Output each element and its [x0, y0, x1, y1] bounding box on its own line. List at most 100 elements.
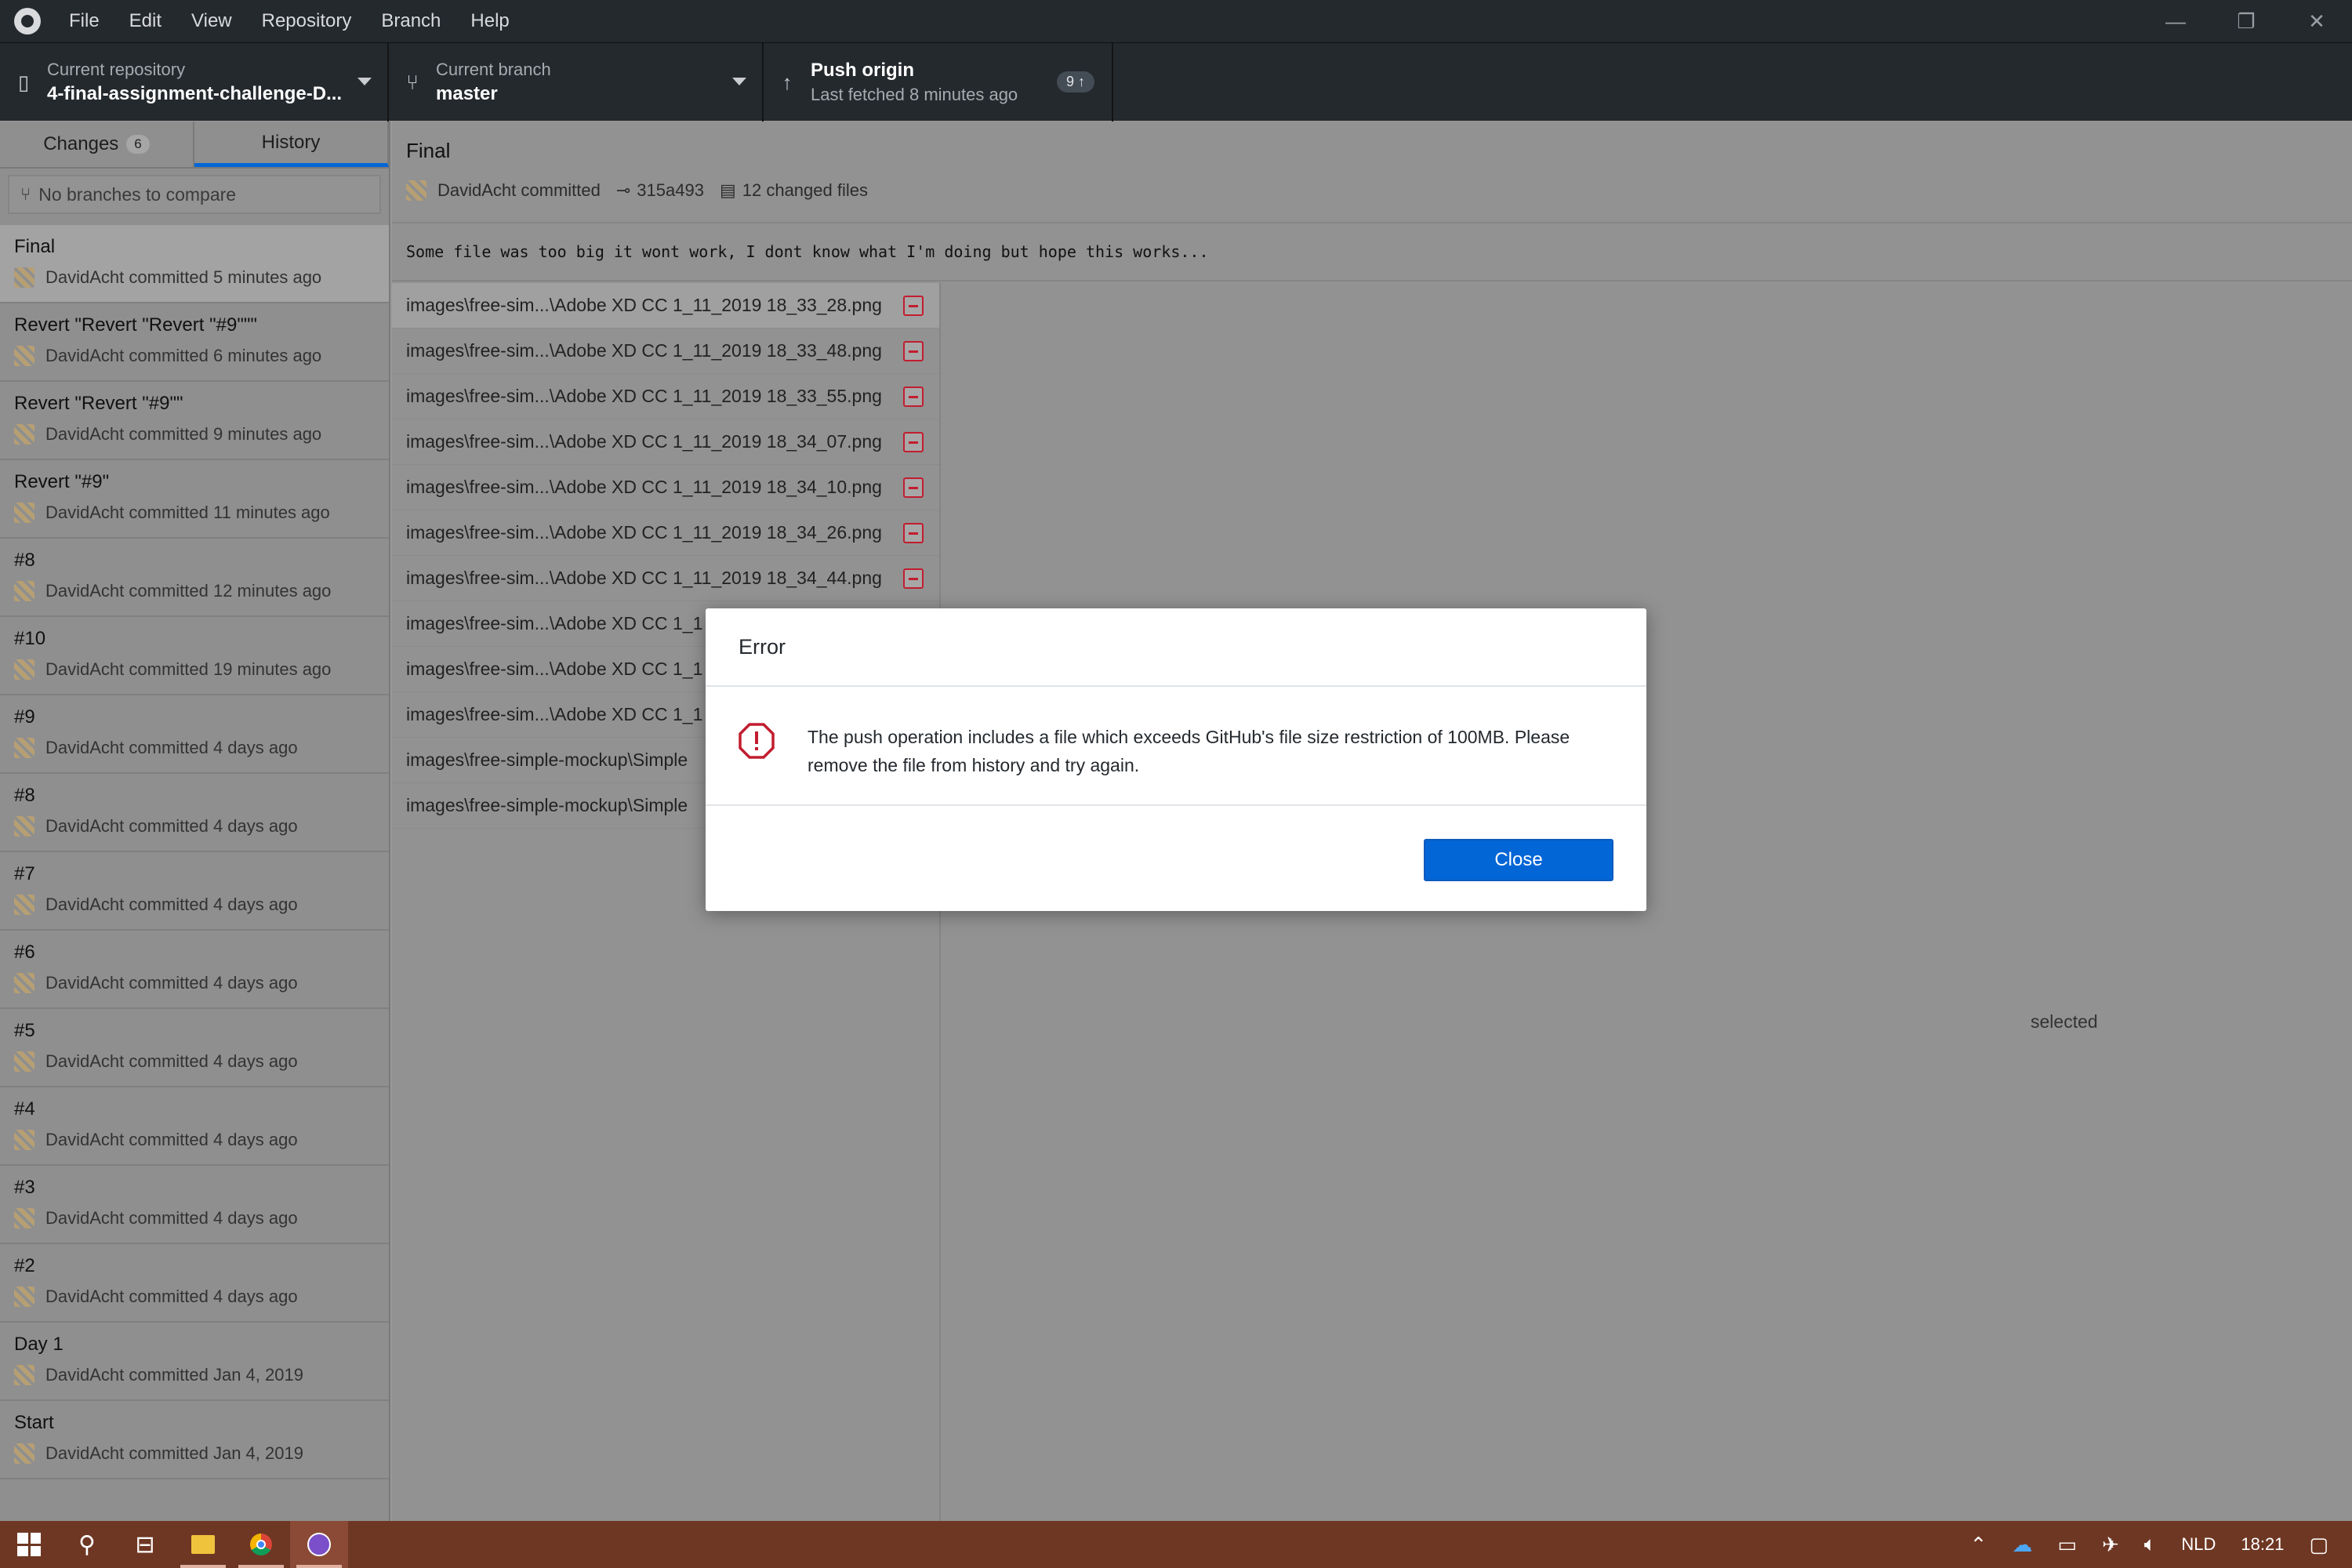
commit-list-item[interactable]: Revert "#9" DavidAcht committed 11 minute… [0, 460, 389, 539]
push-origin-button[interactable]: ↑ Push origin Last fetched 8 minutes ago… [764, 43, 1113, 122]
task-view-icon[interactable]: ⊟ [116, 1521, 174, 1568]
changed-file-row[interactable]: images\free-sim...\Adobe XD CC 1_11_2019… [392, 328, 939, 374]
commit-item-title: Revert "Revert "#9"" [14, 393, 183, 414]
commit-item-meta: DavidAcht committed 6 minutes ago [45, 346, 322, 365]
commit-list-item[interactable]: #9 DavidAcht committed 4 days ago [0, 695, 389, 774]
avatar [14, 503, 34, 523]
clock[interactable]: 18:21 [2241, 1534, 2284, 1555]
avatar [14, 973, 34, 993]
battery-icon[interactable]: ▭ [2057, 1533, 2077, 1557]
file-deleted-icon [903, 432, 924, 452]
branch-compare-input[interactable]: ⑂ No branches to compare [8, 175, 381, 214]
commit-list-item[interactable]: Start DavidAcht committed Jan 4, 2019 [0, 1401, 389, 1479]
commit-list-item[interactable]: #4 DavidAcht committed 4 days ago [0, 1087, 389, 1166]
search-icon[interactable]: ⚲ [58, 1521, 116, 1568]
branch-label: Current branch [436, 60, 551, 79]
current-repository-button[interactable]: ▯ Current repository 4-final-assignment-… [0, 43, 389, 122]
changed-file-row[interactable]: images\free-sim...\Adobe XD CC 1_11_2019… [392, 510, 939, 556]
commit-item-meta: DavidAcht committed 9 minutes ago [45, 424, 322, 444]
commit-header: Final DavidAcht committed ⊸ 315a493 ▤ 12 c… [392, 122, 2352, 223]
tab-changes-label: Changes [43, 133, 119, 154]
volume-icon[interactable]: 🔈︎ [2144, 1532, 2157, 1557]
avatar [14, 816, 34, 837]
changed-file-row[interactable]: images\free-sim...\Adobe XD CC 1_11_2019… [392, 556, 939, 601]
commit-author: DavidAcht committed [437, 180, 601, 200]
commit-item-title: #7 [14, 863, 35, 884]
changed-file-row[interactable]: images\free-sim...\Adobe XD CC 1_11_2019… [392, 374, 939, 419]
github-desktop-icon[interactable] [290, 1521, 348, 1568]
commit-list-item[interactable]: Revert "Revert "#9"" DavidAcht committed … [0, 382, 389, 460]
changed-file-row[interactable]: images\free-sim...\Adobe XD CC 1_11_2019… [392, 465, 939, 510]
commit-list-item[interactable]: #5 DavidAcht committed 4 days ago [0, 1009, 389, 1087]
dialog-message: The push operation includes a file which… [808, 727, 1570, 775]
commit-list-item[interactable]: #8 DavidAcht committed 4 days ago [0, 774, 389, 852]
start-button[interactable] [0, 1521, 58, 1568]
window-controls: — ❐ ✕ [2140, 0, 2352, 42]
commit-list-item[interactable]: #3 DavidAcht committed 4 days ago [0, 1166, 389, 1244]
commit-item-title: #3 [14, 1177, 35, 1198]
tab-history-label: History [261, 131, 321, 153]
avatar [406, 180, 426, 201]
sidebar: Changes 6 History ⑂ No branches to compa… [0, 122, 390, 1521]
avatar [14, 1051, 34, 1072]
commit-list-item[interactable]: Revert "Revert "Revert "#9""" DavidAcht c… [0, 303, 389, 382]
changed-file-row[interactable]: images\free-sim...\Adobe XD CC 1_11_2019… [392, 283, 939, 328]
close-window-icon[interactable]: ✕ [2281, 0, 2352, 42]
error-dialog: Error The push operation includes a file… [706, 608, 1646, 911]
current-branch-button[interactable]: ⑂ Current branch master [389, 43, 764, 122]
branch-icon: ⑂ [406, 70, 419, 94]
commit-item-title: Revert "#9" [14, 471, 110, 492]
avatar [14, 581, 34, 601]
commit-item-meta: DavidAcht committed Jan 4, 2019 [45, 1443, 303, 1463]
chevron-up-icon[interactable]: ⌃ [1970, 1533, 1987, 1557]
commit-list-item[interactable]: #6 DavidAcht committed 4 days ago [0, 931, 389, 1009]
minimize-icon[interactable]: — [2140, 0, 2211, 42]
file-diff-icon: ▤ [719, 180, 736, 200]
tab-history[interactable]: History [194, 122, 389, 167]
file-explorer-icon[interactable] [174, 1521, 232, 1568]
input-language[interactable]: NLD [2181, 1534, 2216, 1555]
commit-item-meta: DavidAcht committed 11 minutes ago [45, 503, 330, 522]
menu-repository[interactable]: Repository [262, 10, 352, 32]
changed-file-row[interactable]: images\free-sim...\Adobe XD CC 1_11_2019… [392, 419, 939, 465]
repo-value: 4-final-assignment-challenge-D... [47, 83, 343, 104]
close-button[interactable]: Close [1424, 839, 1613, 881]
menu-help[interactable]: Help [470, 10, 509, 32]
commit-item-meta: DavidAcht committed 5 minutes ago [45, 267, 322, 287]
push-label: Push origin [811, 60, 914, 81]
commit-sha[interactable]: 315a493 [637, 180, 704, 201]
menu-edit[interactable]: Edit [129, 10, 162, 32]
commit-list-item[interactable]: #2 DavidAcht committed 4 days ago [0, 1244, 389, 1323]
commit-list-item[interactable]: #8 DavidAcht committed 12 minutes ago [0, 539, 389, 617]
restore-icon[interactable]: ❐ [2211, 0, 2281, 42]
dialog-title: Error [706, 608, 1646, 687]
file-deleted-icon [903, 296, 924, 316]
notification-center-icon[interactable]: ▢ [2309, 1533, 2328, 1557]
menu-branch[interactable]: Branch [381, 10, 441, 32]
commit-item-title: #8 [14, 550, 35, 571]
commit-list-item[interactable]: Day 1 DavidAcht committed Jan 4, 2019 [0, 1323, 389, 1401]
error-octagon-icon [739, 723, 775, 759]
commit-item-meta: DavidAcht committed 4 days ago [45, 816, 298, 836]
commit-list-item[interactable]: #10 DavidAcht committed 19 minutes ago [0, 617, 389, 695]
commit-list: Final DavidAcht committed 5 minutes ago Re… [0, 225, 389, 1479]
commit-item-title: #8 [14, 785, 35, 806]
commit-item-title: #9 [14, 706, 35, 728]
airplane-mode-icon[interactable]: ✈ [2102, 1533, 2119, 1557]
tab-changes[interactable]: Changes 6 [0, 122, 194, 167]
push-count-badge: 9 ↑ [1056, 71, 1094, 93]
onedrive-cloud-icon[interactable]: ☁ [2012, 1533, 2032, 1557]
commit-item-title: #2 [14, 1255, 35, 1276]
commit-item-meta: DavidAcht committed 4 days ago [45, 1130, 298, 1149]
commit-item-title: #6 [14, 942, 35, 963]
avatar [14, 895, 34, 915]
commit-list-item[interactable]: Final DavidAcht committed 5 minutes ago [0, 225, 389, 303]
file-path: images\free-sim...\Adobe XD CC 1_11_2019… [406, 477, 882, 497]
commit-item-title: #10 [14, 628, 46, 649]
commit-icon: ⊸ [615, 180, 631, 200]
commit-list-item[interactable]: #7 DavidAcht committed 4 days ago [0, 852, 389, 931]
menu-view[interactable]: View [191, 10, 232, 32]
chrome-icon[interactable] [232, 1521, 290, 1568]
file-path: images\free-sim...\Adobe XD CC 1_11_2019… [406, 386, 882, 406]
menu-file[interactable]: File [69, 10, 100, 32]
